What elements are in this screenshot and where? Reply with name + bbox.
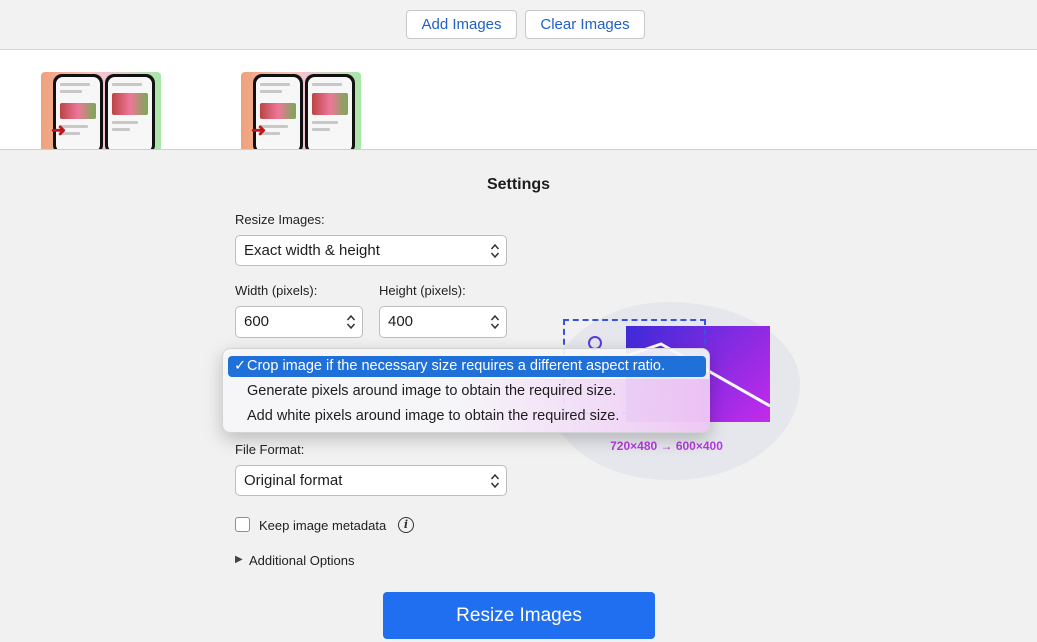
resize-mode-select[interactable]: Exact width & height: [235, 235, 507, 266]
height-value: 400: [388, 313, 414, 330]
height-label: Height (pixels):: [379, 283, 466, 298]
image-thumbnail[interactable]: ➜: [41, 72, 161, 149]
additional-options-toggle[interactable]: Additional Options: [249, 553, 355, 568]
chevron-updown-icon: [490, 243, 500, 259]
info-icon[interactable]: i: [398, 517, 414, 533]
resize-mode-value: Exact width & height: [244, 242, 380, 259]
checkmark-icon: ✓: [234, 358, 247, 374]
arrow-icon: ➜: [251, 120, 267, 140]
menu-item-white-pixels[interactable]: Add white pixels around image to obtain …: [228, 406, 706, 427]
menu-item-crop[interactable]: ✓ Crop image if the necessary size requi…: [228, 356, 706, 377]
menu-item-label: Crop image if the necessary size require…: [247, 358, 666, 374]
image-thumbnail[interactable]: ➜: [241, 72, 361, 149]
phone-screenshot: [105, 74, 155, 149]
width-value: 600: [244, 313, 270, 330]
settings-title: Settings: [486, 176, 551, 193]
keep-metadata-label[interactable]: Keep image metadata: [259, 518, 386, 533]
chevron-updown-icon: [490, 473, 500, 489]
menu-item-generate-pixels[interactable]: Generate pixels around image to obtain t…: [228, 381, 706, 402]
add-images-button[interactable]: Add Images: [406, 10, 517, 39]
image-list: ➜ ➜: [0, 50, 1037, 150]
file-format-value: Original format: [244, 472, 343, 489]
file-format-label: File Format:: [235, 442, 305, 457]
file-format-select[interactable]: Original format: [235, 465, 507, 496]
stepper-icon[interactable]: [490, 313, 500, 331]
clear-images-button[interactable]: Clear Images: [525, 10, 645, 39]
menu-item-label: Generate pixels around image to obtain t…: [247, 383, 617, 399]
resize-images-button[interactable]: Resize Images: [383, 592, 655, 639]
menu-item-label: Add white pixels around image to obtain …: [247, 408, 620, 424]
width-label: Width (pixels):: [235, 283, 318, 298]
aspect-ratio-menu[interactable]: ✓ Crop image if the necessary size requi…: [222, 348, 710, 433]
toolbar: Add Images Clear Images: [0, 0, 1037, 50]
stepper-icon[interactable]: [346, 313, 356, 331]
resize-images-label: Resize Images:: [235, 212, 325, 227]
height-field[interactable]: 400: [379, 306, 507, 338]
width-field[interactable]: 600: [235, 306, 363, 338]
illustration-caption: 720×480 → 600×400: [610, 439, 723, 453]
keep-metadata-checkbox[interactable]: [235, 517, 250, 532]
disclosure-triangle-icon[interactable]: ▶: [235, 554, 243, 565]
phone-screenshot: [305, 74, 355, 149]
arrow-icon: ➜: [51, 120, 67, 140]
